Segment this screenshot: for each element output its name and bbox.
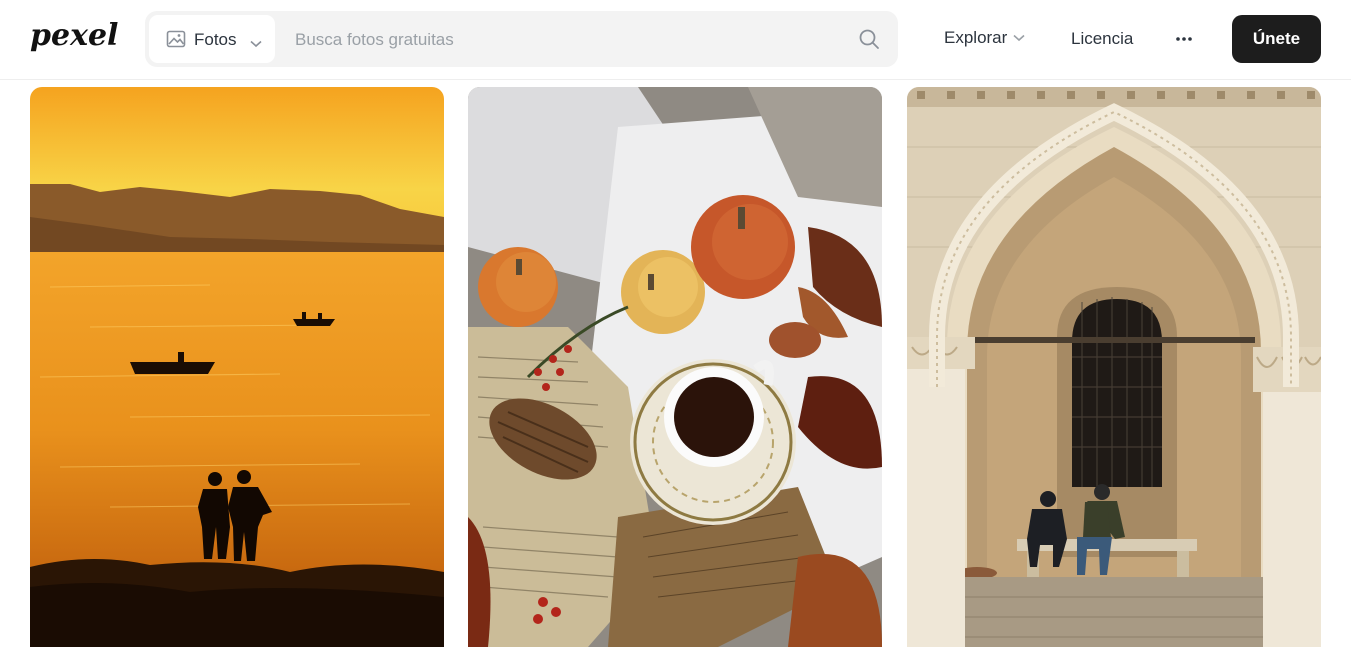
media-type-dropdown[interactable]: Fotos [149,15,275,63]
image-icon [166,29,186,54]
photo-card-autumn-coffee[interactable] [468,87,882,647]
license-link[interactable]: Licencia [1071,29,1133,49]
pexels-logo[interactable]: pexels [30,15,118,61]
media-type-label: Fotos [194,30,237,49]
photo-image [907,87,1321,647]
explore-label: Explorar [944,28,1008,47]
photo-image [468,87,882,647]
chevron-down-icon [1013,34,1025,42]
photo-card-gothic-arch[interactable] [907,87,1321,647]
search-icon[interactable] [858,28,880,55]
photo-card-sunset-sea[interactable] [30,87,444,647]
explore-menu[interactable]: Explorar [944,28,1025,48]
more-horizontal-icon[interactable] [1175,30,1193,53]
svg-text:pexels: pexels [30,18,118,53]
join-button[interactable]: Únete [1232,15,1321,63]
search-bar: Fotos [145,11,898,67]
chevron-down-icon [250,35,262,53]
top-header: pexels Fotos Explorar [0,0,1351,80]
search-input[interactable] [293,19,837,61]
photo-image [30,87,444,647]
